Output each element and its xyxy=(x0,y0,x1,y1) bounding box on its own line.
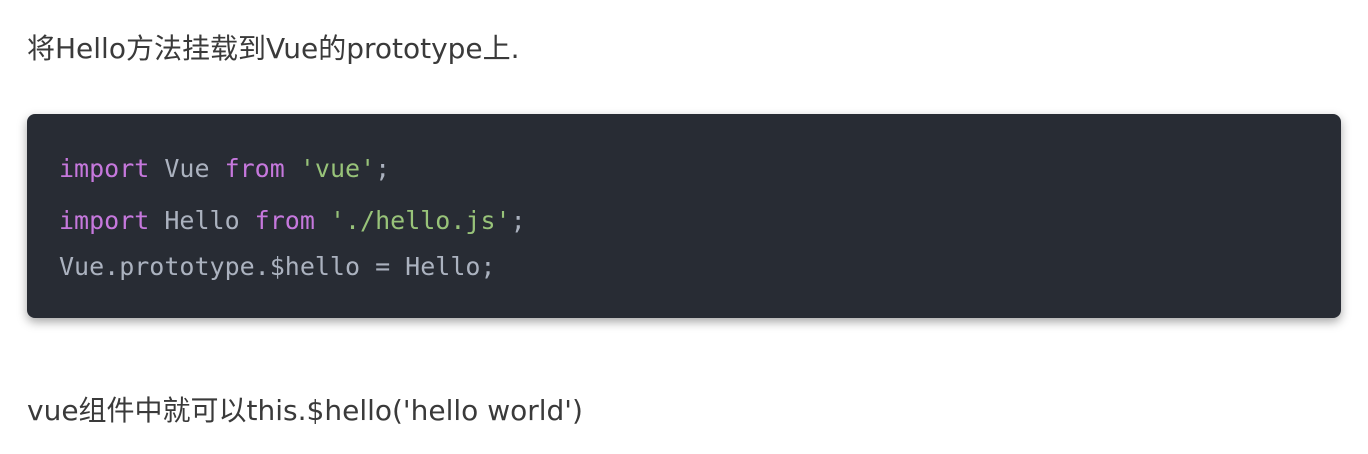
code-token-keyword: import xyxy=(59,154,150,183)
code-token-plain: Hello xyxy=(149,206,255,235)
code-token-string: './hello.js' xyxy=(329,206,511,235)
code-line: Vue.prototype.$hello = Hello; xyxy=(59,251,496,283)
code-token-plain: Vue xyxy=(149,154,225,183)
code-line: import Hello from './hello.js'; xyxy=(59,205,526,237)
intro-paragraph: 将Hello方法挂载到Vue的prototype上. xyxy=(27,32,520,65)
code-line: import Vue from 'vue'; xyxy=(59,153,390,185)
code-token-plain: ; xyxy=(375,154,391,183)
code-token-plain: ; xyxy=(510,206,526,235)
code-token-keyword: from xyxy=(224,154,285,183)
code-block: import Vue from 'vue'; import Hello from… xyxy=(27,114,1341,318)
code-token-keyword: import xyxy=(59,206,150,235)
code-token-string: 'vue' xyxy=(299,154,376,183)
code-token-plain: Vue.prototype.$hello = Hello; xyxy=(59,252,496,281)
outro-paragraph: vue组件中就可以this.$hello('hello world') xyxy=(27,394,583,427)
code-token-keyword: from xyxy=(254,206,315,235)
